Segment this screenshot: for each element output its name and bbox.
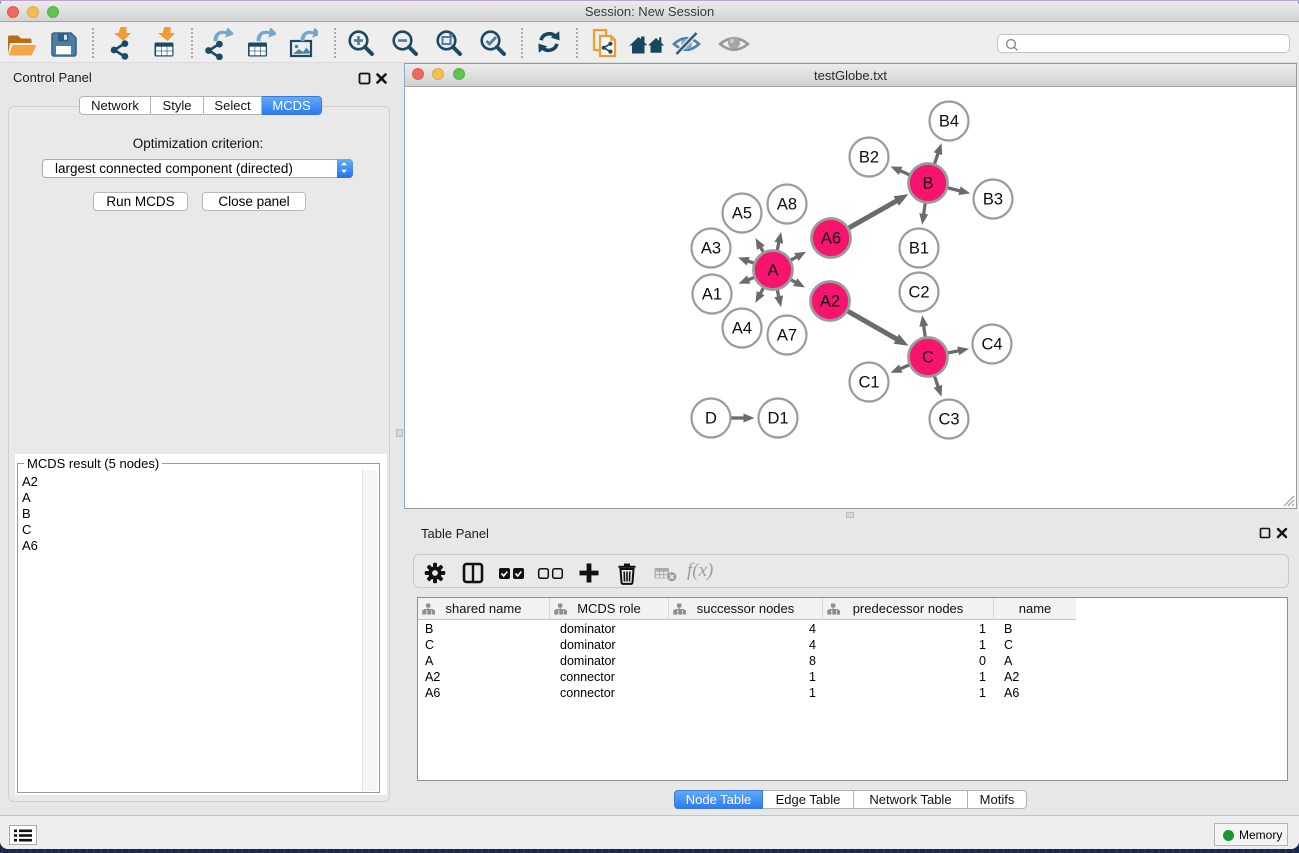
svg-text:C3: C3 xyxy=(938,411,959,429)
svg-text:C4: C4 xyxy=(981,336,1002,354)
svg-text:A3: A3 xyxy=(701,240,721,258)
svg-text:B4: B4 xyxy=(939,113,959,131)
svg-text:A7: A7 xyxy=(777,327,797,345)
svg-text:C2: C2 xyxy=(908,284,929,302)
svg-text:A2: A2 xyxy=(820,293,840,311)
svg-text:A1: A1 xyxy=(702,286,722,304)
svg-text:B3: B3 xyxy=(983,191,1003,209)
svg-text:B2: B2 xyxy=(859,149,879,167)
svg-text:D: D xyxy=(705,410,717,428)
svg-text:A5: A5 xyxy=(732,205,752,223)
svg-text:D1: D1 xyxy=(767,410,788,428)
svg-text:B: B xyxy=(922,175,933,193)
svg-text:A: A xyxy=(767,262,778,280)
svg-text:C1: C1 xyxy=(858,374,879,392)
svg-text:B1: B1 xyxy=(909,240,929,258)
svg-text:C: C xyxy=(922,349,934,367)
svg-text:A8: A8 xyxy=(777,196,797,214)
svg-text:A4: A4 xyxy=(732,320,752,338)
svg-text:A6: A6 xyxy=(821,230,841,248)
